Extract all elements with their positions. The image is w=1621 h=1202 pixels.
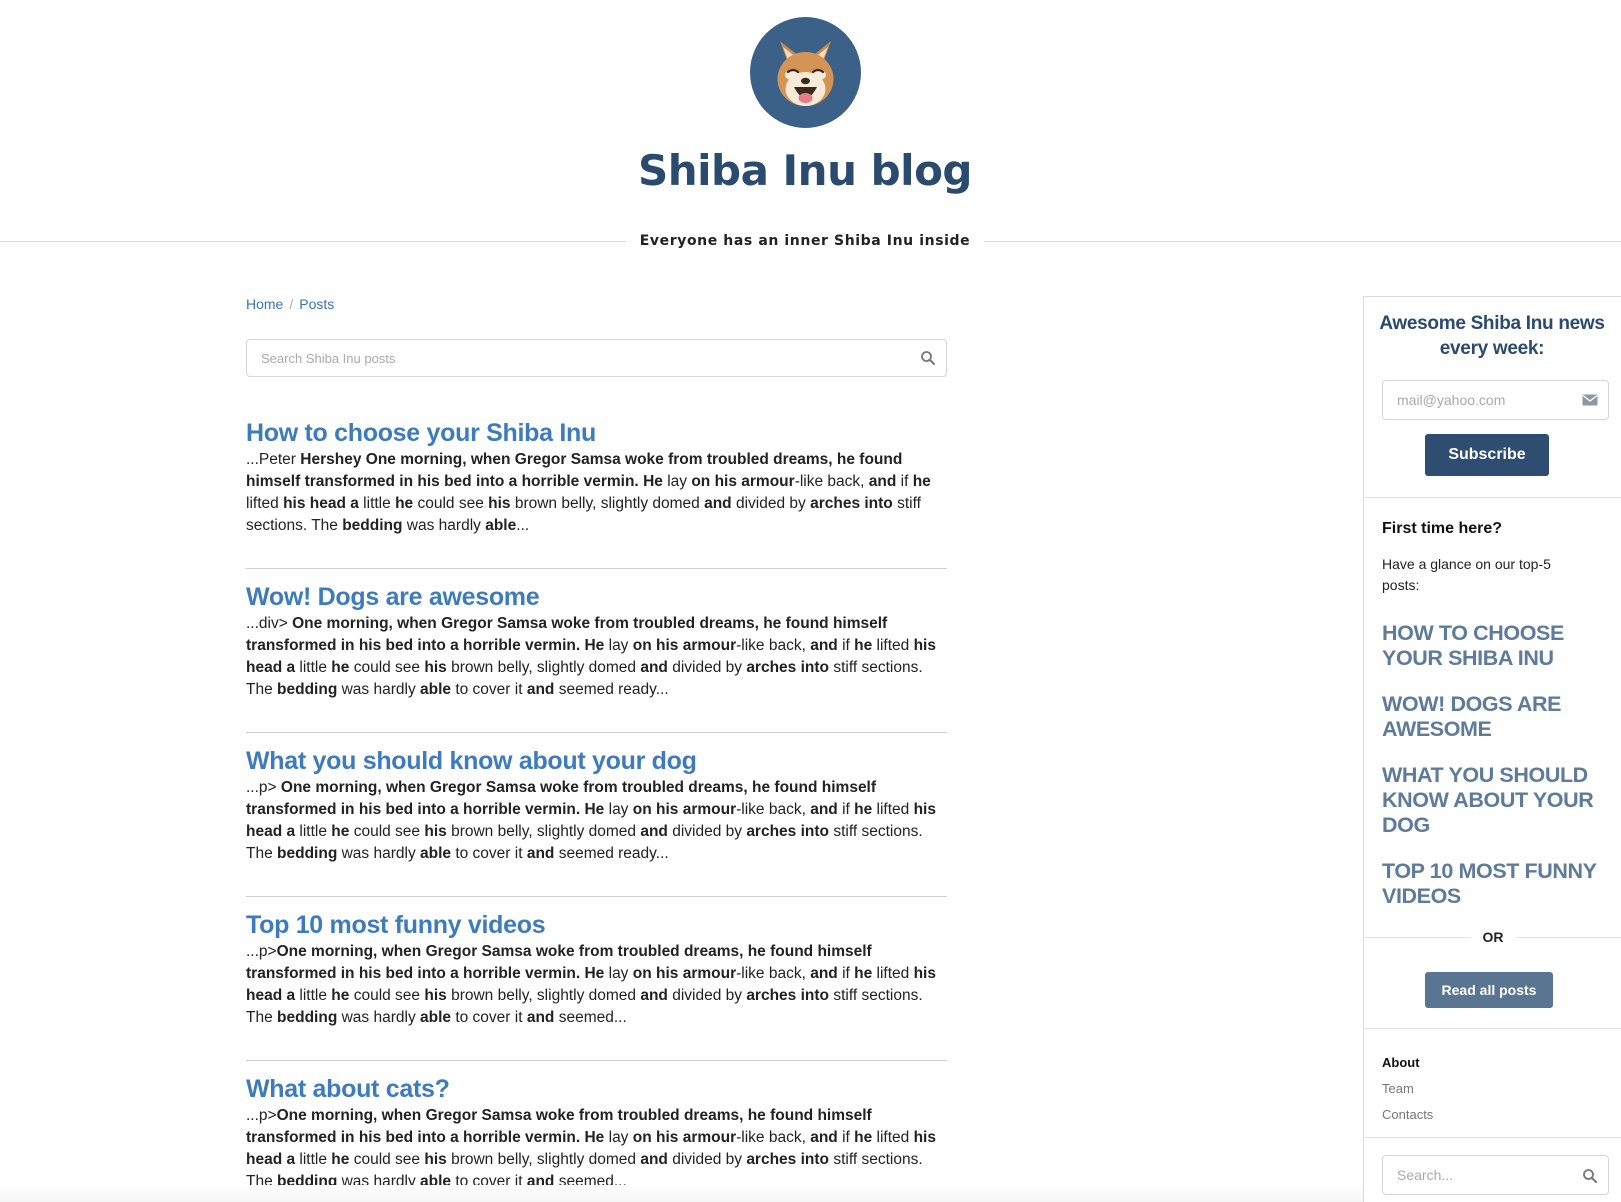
team-link[interactable]: Team <box>1382 1081 1414 1096</box>
shiba-inu-logo[interactable] <box>750 17 861 128</box>
top-post-item: What you should know about your dog <box>1382 763 1614 838</box>
post-excerpt: ...p>One morning, when Gregor Samsa woke… <box>246 943 936 1026</box>
post-title-link[interactable]: How to choose your Shiba Inu <box>246 418 947 449</box>
sidebar: Awesome Shiba Inu news every week: Subsc… <box>1363 296 1621 1202</box>
top-post-link[interactable]: What you should know about your dog <box>1382 763 1614 838</box>
breadcrumb-separator: / <box>289 296 294 312</box>
top-post-item: Top 10 most funny videos <box>1382 859 1614 909</box>
post-item: What about cats? ...p>One morning, when … <box>246 1074 947 1202</box>
sidebar-divider <box>1364 1137 1621 1138</box>
search-icon[interactable] <box>920 350 936 366</box>
top-posts-list: How to choose your Shiba Inu Wow! Dogs a… <box>1382 621 1614 930</box>
shiba-inu-face-icon <box>777 41 834 106</box>
post-title-link[interactable]: Top 10 most funny videos <box>246 910 947 941</box>
contacts-link[interactable]: Contacts <box>1382 1107 1433 1122</box>
post-excerpt: ...p> One morning, when Gregor Samsa wok… <box>246 779 936 862</box>
post-excerpt: ...Peter Hershey One morning, when Grego… <box>246 451 931 534</box>
post-excerpt: ...p>One morning, when Gregor Samsa woke… <box>246 1107 936 1190</box>
breadcrumb: Home / Posts <box>246 296 334 312</box>
first-time-heading: First time here? <box>1382 520 1503 537</box>
post-item: Wow! Dogs are awesome ...div> One mornin… <box>246 582 947 733</box>
post-item: What you should know about your dog ...p… <box>246 746 947 897</box>
site-title[interactable]: Shiba Inu blog <box>0 146 1610 195</box>
post-search-input[interactable] <box>247 340 907 376</box>
site-tagline: Everyone has an inner Shiba Inu inside <box>625 233 985 249</box>
post-excerpt: ...div> One morning, when Gregor Samsa w… <box>246 615 936 698</box>
newsletter-title: Awesome Shiba Inu news every week: <box>1379 313 1605 359</box>
search-icon[interactable] <box>1582 1168 1598 1184</box>
top-post-link[interactable]: How to choose your Shiba Inu <box>1382 621 1614 671</box>
top-post-link[interactable]: Top 10 most funny videos <box>1382 859 1614 909</box>
bottom-edge <box>0 1185 1363 1202</box>
tagline-wrap: Everyone has an inner Shiba Inu inside <box>0 232 1610 250</box>
newsletter-email-field <box>1382 380 1609 420</box>
or-label: OR <box>1470 929 1516 945</box>
sidebar-divider <box>1364 1028 1621 1029</box>
first-time-text: Have a glance on our top-5 posts: <box>1382 556 1551 593</box>
read-all-posts-button[interactable]: Read all posts <box>1425 972 1553 1008</box>
or-separator: OR <box>1364 929 1621 947</box>
post-title-link[interactable]: What you should know about your dog <box>246 746 947 777</box>
breadcrumb-posts[interactable]: Posts <box>299 296 334 312</box>
breadcrumb-home[interactable]: Home <box>246 296 283 312</box>
sidebar-search-input[interactable] <box>1383 1156 1573 1194</box>
sidebar-link-item: Team <box>1382 1080 1433 1097</box>
newsletter-email-input[interactable] <box>1383 381 1573 419</box>
subscribe-button[interactable]: Subscribe <box>1425 434 1549 476</box>
top-post-item: Wow! Dogs are awesome <box>1382 692 1614 742</box>
top-post-item: How to choose your Shiba Inu <box>1382 621 1614 671</box>
sidebar-divider <box>1364 497 1621 498</box>
top-post-link[interactable]: Wow! Dogs are awesome <box>1382 692 1614 742</box>
site-header: Shiba Inu blog Everyone has an inner Shi… <box>0 0 1621 262</box>
envelope-icon <box>1582 394 1598 406</box>
sidebar-search-box <box>1382 1155 1609 1195</box>
sidebar-link-item: About <box>1382 1054 1433 1071</box>
post-search-box <box>246 339 947 377</box>
post-list: How to choose your Shiba Inu ...Peter He… <box>246 418 947 1202</box>
post-title-link[interactable]: What about cats? <box>246 1074 947 1105</box>
post-item: How to choose your Shiba Inu ...Peter He… <box>246 418 947 569</box>
about-link[interactable]: About <box>1382 1055 1420 1070</box>
sidebar-links: About Team Contacts <box>1382 1054 1433 1132</box>
sidebar-link-item: Contacts <box>1382 1106 1433 1123</box>
post-title-link[interactable]: Wow! Dogs are awesome <box>246 582 947 613</box>
post-item: Top 10 most funny videos ...p>One mornin… <box>246 910 947 1061</box>
